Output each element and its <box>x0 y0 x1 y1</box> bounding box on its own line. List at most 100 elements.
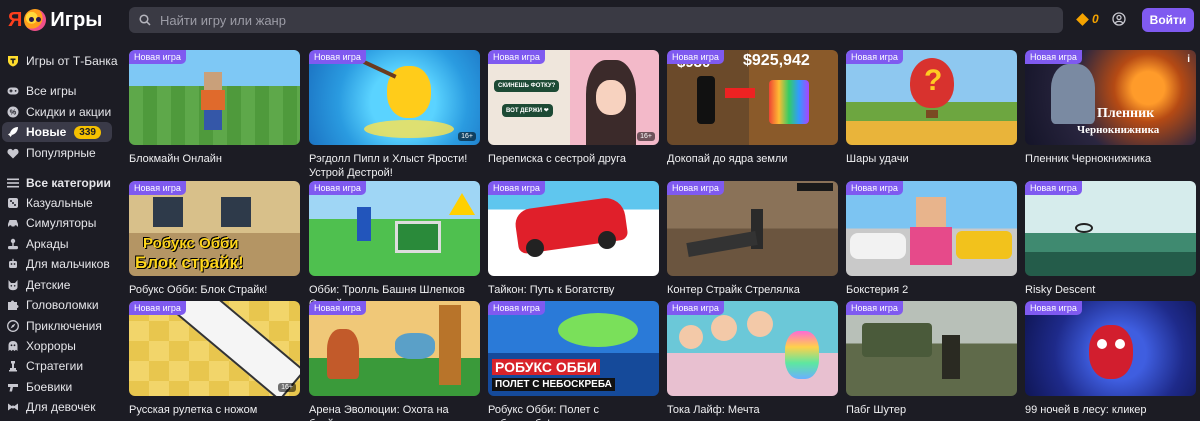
game-card[interactable]: Новая игра Обби: Тролль Башня Шлепков Он… <box>309 181 480 311</box>
game-card[interactable]: Новая игра 16+ Рэгдолл Пипл и Хлыст Ярос… <box>309 50 480 180</box>
age-rating: 16+ <box>278 383 296 392</box>
sidebar-item-label: Боевики <box>26 380 73 394</box>
game-art-text: Блок страйк! <box>135 253 244 272</box>
game-art-text: РОБУКС ОББИ <box>492 359 600 375</box>
sidebar-item-all-games[interactable]: Все игры <box>0 81 118 101</box>
new-game-badge: Новая игра <box>667 301 724 315</box>
game-card[interactable]: Новая игра Контер Страйк Стрелялка <box>667 181 838 297</box>
game-title: Переписка с сестрой друга <box>488 153 627 165</box>
chess-icon <box>7 360 19 372</box>
sidebar-item-label: Популярные <box>26 146 96 160</box>
new-game-badge: Новая игра <box>488 181 545 195</box>
sidebar-category-boys[interactable]: Для мальчиков <box>0 254 118 274</box>
new-game-badge: Новая игра <box>667 50 724 64</box>
game-thumbnail: Новая игра <box>1025 301 1196 396</box>
game-art-text: Робукс Обби <box>143 235 239 252</box>
game-title: Бокстерия 2 <box>846 284 909 296</box>
game-card[interactable]: Новая игра ? Шары удачи <box>846 50 1017 166</box>
new-game-badge: Новая игра <box>309 50 366 64</box>
game-thumbnail: Новая игра <box>846 181 1017 276</box>
game-card[interactable]: Новая игра Пабг Шутер <box>846 301 1017 417</box>
game-art <box>364 120 454 138</box>
coin-icon <box>1076 12 1089 26</box>
game-art-text: ВОТ ДЕРЖИ ❤ <box>502 104 553 117</box>
sidebar-category-strategy[interactable]: Стратегии <box>0 356 118 376</box>
game-card[interactable]: Новая игра СКИНЕШЬ ФОТКУ? ВОТ ДЕРЖИ ❤ 16… <box>488 50 659 166</box>
sidebar-item-label: Для девочек <box>26 400 96 414</box>
game-card[interactable]: Новая игра Арена Эволюции: Охота на брей… <box>309 301 480 421</box>
search-input[interactable] <box>160 12 1040 28</box>
game-art <box>172 301 300 396</box>
game-art <box>916 197 946 227</box>
sidebar-category-arcade[interactable]: Аркады <box>0 234 118 254</box>
game-art <box>153 197 183 227</box>
new-game-badge: Новая игра <box>129 301 186 315</box>
sidebar-category-girls[interactable]: Для девочек <box>0 397 118 417</box>
sidebar-item-popular[interactable]: Популярные <box>0 143 118 163</box>
sidebar-item-label: Симуляторы <box>26 216 97 230</box>
game-art <box>1075 223 1093 233</box>
search-bar[interactable] <box>129 7 1063 33</box>
game-art <box>327 329 359 379</box>
game-card[interactable]: Новая игра Тока Лайф: Мечта <box>667 301 838 417</box>
game-art <box>1089 325 1133 379</box>
game-card[interactable]: Новая игра Тайкон: Путь к Богатству <box>488 181 659 297</box>
sidebar-item-tbank[interactable]: Игры от Т-Банка <box>0 51 118 71</box>
game-art <box>221 197 251 227</box>
info-icon[interactable]: i <box>1187 54 1190 65</box>
game-card[interactable]: Новая игра $930 $925,942 Докопай до ядра… <box>667 50 838 166</box>
rocket-icon <box>7 126 19 138</box>
game-art <box>357 207 371 241</box>
game-card[interactable]: Новая игра i Пленник Чернокнижника Пленн… <box>1025 50 1196 166</box>
game-card[interactable]: Новая игра Робукс Обби Блок страйк! Робу… <box>129 181 300 297</box>
sidebar-category-simulators[interactable]: Симуляторы <box>0 213 118 233</box>
game-card[interactable]: Новая игра 16+ Русская рулетка с ножом <box>129 301 300 417</box>
game-thumbnail: Новая игра <box>488 181 659 276</box>
user-profile-icon[interactable] <box>1112 12 1126 26</box>
joystick-icon <box>7 238 19 250</box>
svg-text:%: % <box>10 108 17 117</box>
top-header: Я Игры 0 Войти <box>0 0 1200 40</box>
new-game-badge: Новая игра <box>488 301 545 315</box>
sidebar-all-categories[interactable]: Все категории <box>0 173 118 193</box>
game-title: Шары удачи <box>846 153 909 165</box>
game-art <box>942 335 960 379</box>
heart-icon <box>7 147 19 159</box>
sidebar-item-new[interactable]: Новые 339 <box>2 122 112 142</box>
game-title: Risky Descent <box>1025 284 1096 296</box>
game-card[interactable]: Новая игра Бокстерия 2 <box>846 181 1017 297</box>
sidebar-category-kids[interactable]: Детские <box>0 275 118 295</box>
sidebar-item-label: Для мальчиков <box>26 257 110 271</box>
sidebar-item-label: Скидки и акции <box>26 105 112 119</box>
coins-balance[interactable]: 0 <box>1076 12 1099 26</box>
sidebar-item-discounts[interactable]: % Скидки и акции <box>0 102 118 122</box>
game-card[interactable]: Новая игра 99 ночей в лесу: кликер эволю… <box>1025 301 1196 421</box>
sidebar-category-horror[interactable]: Хорроры <box>0 336 118 356</box>
yandex-games-logo[interactable]: Я Игры <box>8 8 102 32</box>
game-card[interactable]: Новая игра РОБУКС ОББИ ПОЛЕТ С НЕБОСКРЕБ… <box>488 301 659 421</box>
new-games-count-badge: 339 <box>74 125 101 139</box>
game-art <box>686 231 758 257</box>
new-game-badge: Новая игра <box>667 181 724 195</box>
game-card[interactable]: Новая игра Блокмайн Онлайн <box>129 50 300 166</box>
game-thumbnail: Новая игра СКИНЕШЬ ФОТКУ? ВОТ ДЕРЖИ ❤ 16… <box>488 50 659 145</box>
logo-face-icon <box>24 9 47 31</box>
login-button[interactable]: Войти <box>1142 8 1194 32</box>
game-art <box>926 110 938 118</box>
sidebar-category-puzzles[interactable]: Головоломки <box>0 295 118 315</box>
sidebar-category-casual[interactable]: Казуальные <box>0 193 118 213</box>
game-thumbnail: Новая игра <box>667 181 838 276</box>
coin-count: 0 <box>1092 12 1099 26</box>
game-title: Русская рулетка с ножом <box>129 404 258 416</box>
discount-icon: % <box>7 106 19 118</box>
logo-text: Игры <box>50 9 103 31</box>
game-title: Рэгдолл Пипл и Хлыст Ярости! Устрой Дест… <box>309 153 468 179</box>
game-title: Тайкон: Путь к Богатству <box>488 284 615 296</box>
game-art <box>862 323 932 357</box>
game-art <box>697 76 715 124</box>
new-game-badge: Новая игра <box>1025 181 1082 195</box>
sidebar-item-label: Головоломки <box>26 298 99 312</box>
game-card[interactable]: Новая игра Risky Descent <box>1025 181 1196 297</box>
sidebar-category-action[interactable]: Боевики <box>0 377 118 397</box>
sidebar-category-adventure[interactable]: Приключения <box>0 316 118 336</box>
